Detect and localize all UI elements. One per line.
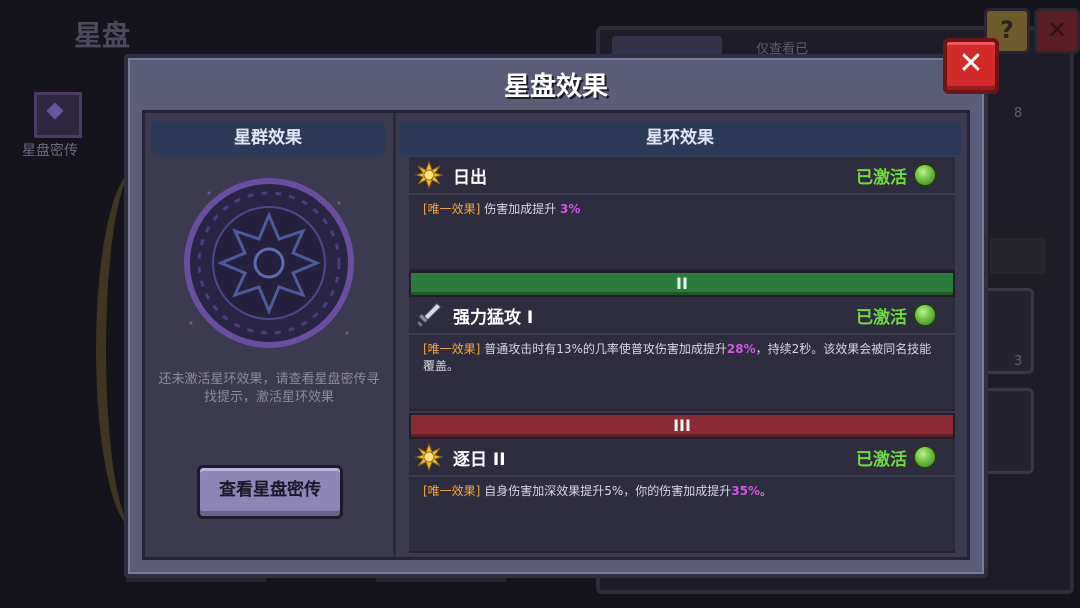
view-star-chart-secret-button[interactable]: 查看星盘密传 — [197, 465, 343, 519]
effect-status: 已激活 — [856, 450, 907, 470]
close-dialog-button[interactable]: ✕ — [943, 38, 999, 94]
constellation-effects-panel: 星群效果 还未激活星环效果，请查看星盘密传寻找提示，激活星环效果 查看星盘密传 — [145, 113, 396, 557]
dialog-title: 星盘效果 — [503, 72, 608, 102]
background-count: 3 — [1014, 354, 1023, 369]
background-count: 8 — [1014, 106, 1023, 121]
unique-effect-tag: [唯一效果] — [423, 202, 481, 216]
effect-text-tail: 。 — [759, 484, 772, 498]
effect-text: 自身伤害加深效果提升5%，你的伤害加成提升 — [484, 484, 732, 498]
effect-name: 日出 — [453, 168, 487, 188]
effect-description: [唯一效果] 自身伤害加深效果提升5%，你的伤害加成提升35%。 — [423, 483, 943, 500]
effect-value: 28% — [726, 342, 756, 356]
effect-card-power-assault: 强力猛攻 I 已激活 [唯一效果] 普通攻击时有13%的几率使普攻伤害加成提升2… — [409, 297, 955, 411]
effect-text: 普通攻击时有13%的几率使普攻伤害加成提升 — [484, 342, 727, 356]
star-ring-effects-panel: 星环效果 日出 已激活 [唯一效果] 伤害加成提升 3% II 强力猛攻 I 已… — [399, 113, 967, 557]
star-ring-effects-header: 星环效果 — [399, 121, 961, 155]
constellation-effects-header: 星群效果 — [151, 121, 385, 155]
star-chart-effects-dialog: 星盘效果 星群效果 还未激活星环效果，请查看星盘密传寻找提示，激活星环效果 查看… — [124, 54, 988, 578]
sword-icon — [415, 301, 443, 329]
star-chart-secret-icon[interactable] — [34, 92, 82, 138]
sun-icon — [415, 443, 443, 471]
effect-card-chasing-sun: 逐日 II 已激活 [唯一效果] 自身伤害加深效果提升5%，你的伤害加成提升35… — [409, 439, 955, 553]
hint-text: 还未激活星环效果，请查看星盘密传寻找提示，激活星环效果 — [158, 372, 380, 405]
effect-status: 已激活 — [856, 308, 907, 328]
background-bar — [990, 238, 1046, 274]
tier-divider-ii: II — [409, 271, 955, 297]
effect-card-header: 日出 已激活 — [409, 157, 955, 195]
effect-card-sunrise: 日出 已激活 [唯一效果] 伤害加成提升 3% — [409, 157, 955, 271]
effect-text: 伤害加成提升 — [484, 202, 561, 216]
background-page-title: 星盘 — [74, 19, 131, 52]
effects-list: 日出 已激活 [唯一效果] 伤害加成提升 3% II 强力猛攻 I 已激活 [唯… — [409, 157, 955, 557]
background-close-button[interactable]: ✕ — [1034, 8, 1080, 54]
effect-value: 3% — [560, 202, 581, 216]
effect-value: 35% — [731, 484, 760, 498]
dialog-body: 星群效果 还未激活星环效果，请查看星盘密传寻找提示，激活星环效果 查看星盘密传 … — [142, 110, 970, 560]
active-indicator-icon — [913, 303, 937, 327]
effect-status: 已激活 — [856, 168, 907, 188]
effect-name: 强力猛攻 I — [453, 308, 534, 328]
unique-effect-tag: [唯一效果] — [423, 484, 481, 498]
effect-description: [唯一效果] 伤害加成提升 3% — [423, 201, 943, 218]
effect-card-header: 逐日 II 已激活 — [409, 439, 955, 477]
effect-name: 逐日 II — [453, 450, 506, 470]
active-indicator-icon — [913, 163, 937, 187]
star-chart-secret-label: 星盘密传 — [22, 143, 78, 159]
sun-icon — [415, 161, 443, 189]
effect-card-header: 强力猛攻 I 已激活 — [409, 297, 955, 335]
unique-effect-tag: [唯一效果] — [423, 342, 481, 356]
active-indicator-icon — [913, 445, 937, 469]
tier-divider-iii: III — [409, 413, 955, 439]
star-chart-disc-icon — [184, 178, 354, 348]
effect-description: [唯一效果] 普通攻击时有13%的几率使普攻伤害加成提升28%，持续2秒。该效果… — [423, 341, 943, 375]
